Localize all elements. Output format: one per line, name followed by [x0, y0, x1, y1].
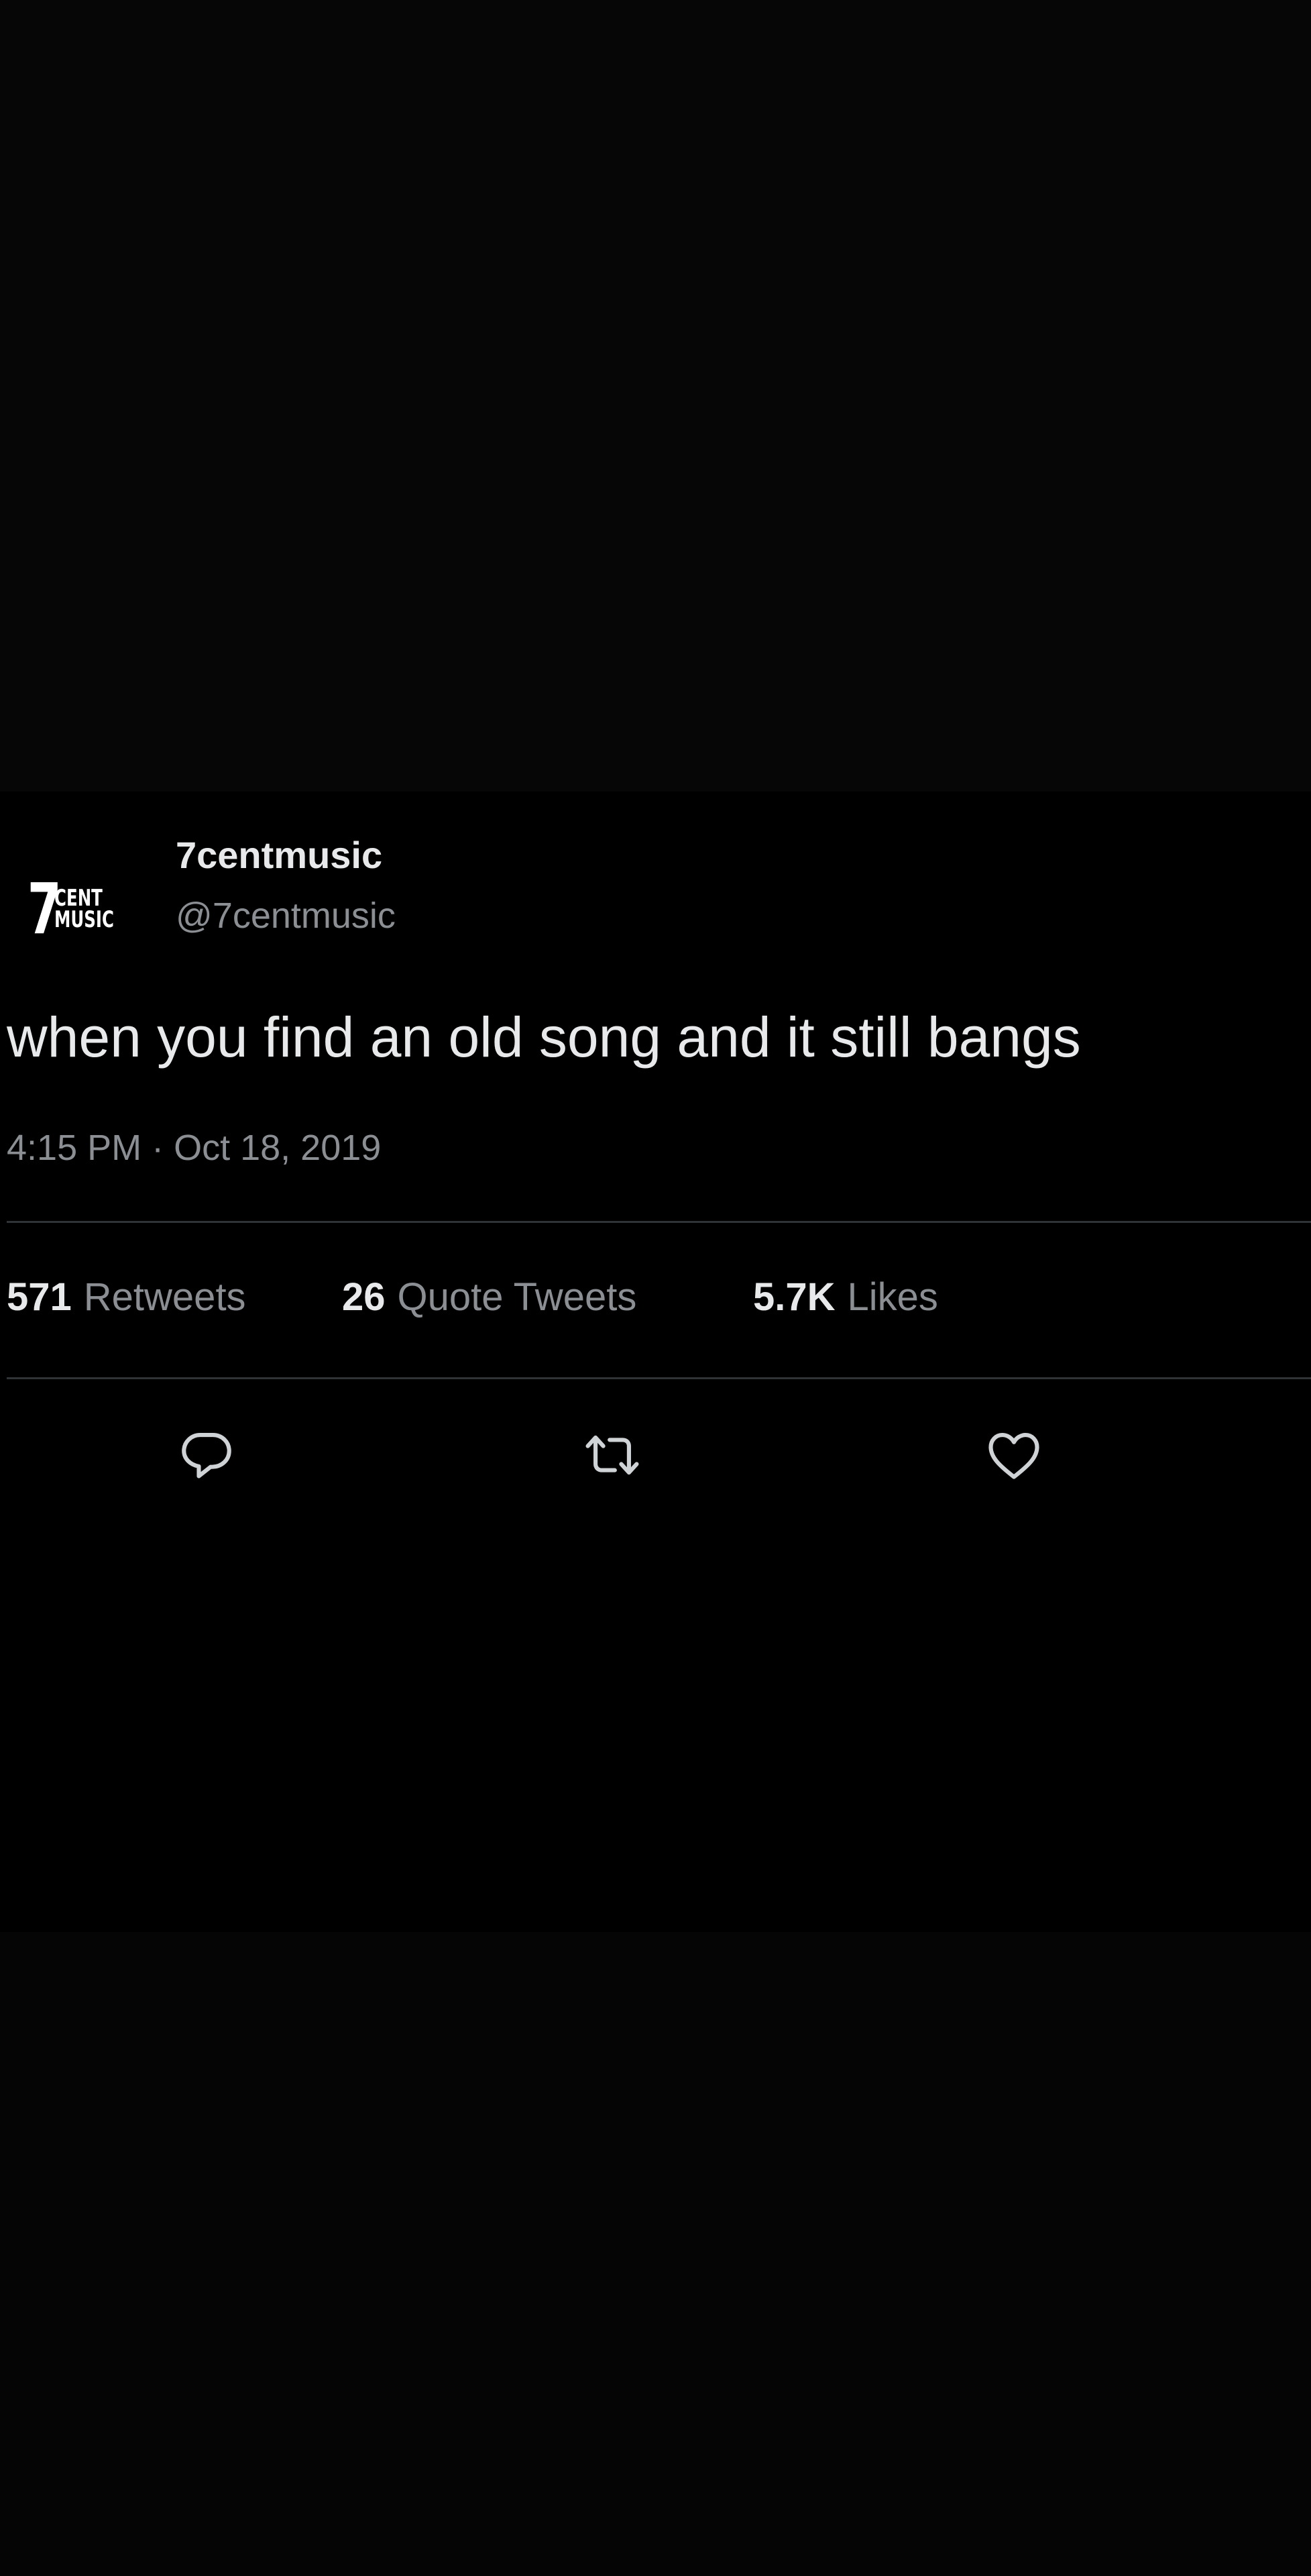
- retweets-label: Retweets: [83, 1275, 246, 1319]
- reply-icon: [182, 1433, 231, 1479]
- logo-line-2: MUSIC: [54, 906, 115, 933]
- tweet-stats: 571 Retweets 26 Quote Tweets 5.7K Likes: [7, 1275, 938, 1320]
- bottom-background: [0, 1932, 1311, 2576]
- likes-label: Likes: [847, 1275, 938, 1319]
- 7cent-music-logo: 7 CENT MUSIC: [14, 874, 137, 944]
- heart-icon: [988, 1433, 1039, 1479]
- likes-count: 5.7K: [753, 1275, 836, 1319]
- quote-tweets-count: 26: [342, 1275, 386, 1319]
- divider: [7, 1377, 1311, 1379]
- divider: [7, 1221, 1311, 1223]
- tweet-timestamp[interactable]: 4:15 PM · Oct 18, 2019: [7, 1127, 381, 1169]
- quote-tweets-stat[interactable]: 26 Quote Tweets: [342, 1275, 753, 1320]
- retweets-count: 571: [7, 1275, 72, 1319]
- retweets-stat[interactable]: 571 Retweets: [7, 1275, 342, 1320]
- retweet-icon: [585, 1435, 639, 1475]
- user-handle[interactable]: @7centmusic: [176, 895, 396, 936]
- avatar[interactable]: 7 CENT MUSIC: [25, 859, 126, 959]
- top-background: [0, 0, 1311, 792]
- quote-tweets-label: Quote Tweets: [397, 1275, 637, 1319]
- reply-button[interactable]: [170, 1418, 243, 1492]
- display-name[interactable]: 7centmusic: [176, 833, 382, 877]
- like-button[interactable]: [977, 1418, 1051, 1492]
- retweet-button[interactable]: [575, 1418, 649, 1492]
- tweet-text: when you find an old song and it still b…: [7, 1006, 1081, 1069]
- likes-stat[interactable]: 5.7K Likes: [753, 1275, 938, 1320]
- logo-words: CENT MUSIC: [54, 887, 115, 933]
